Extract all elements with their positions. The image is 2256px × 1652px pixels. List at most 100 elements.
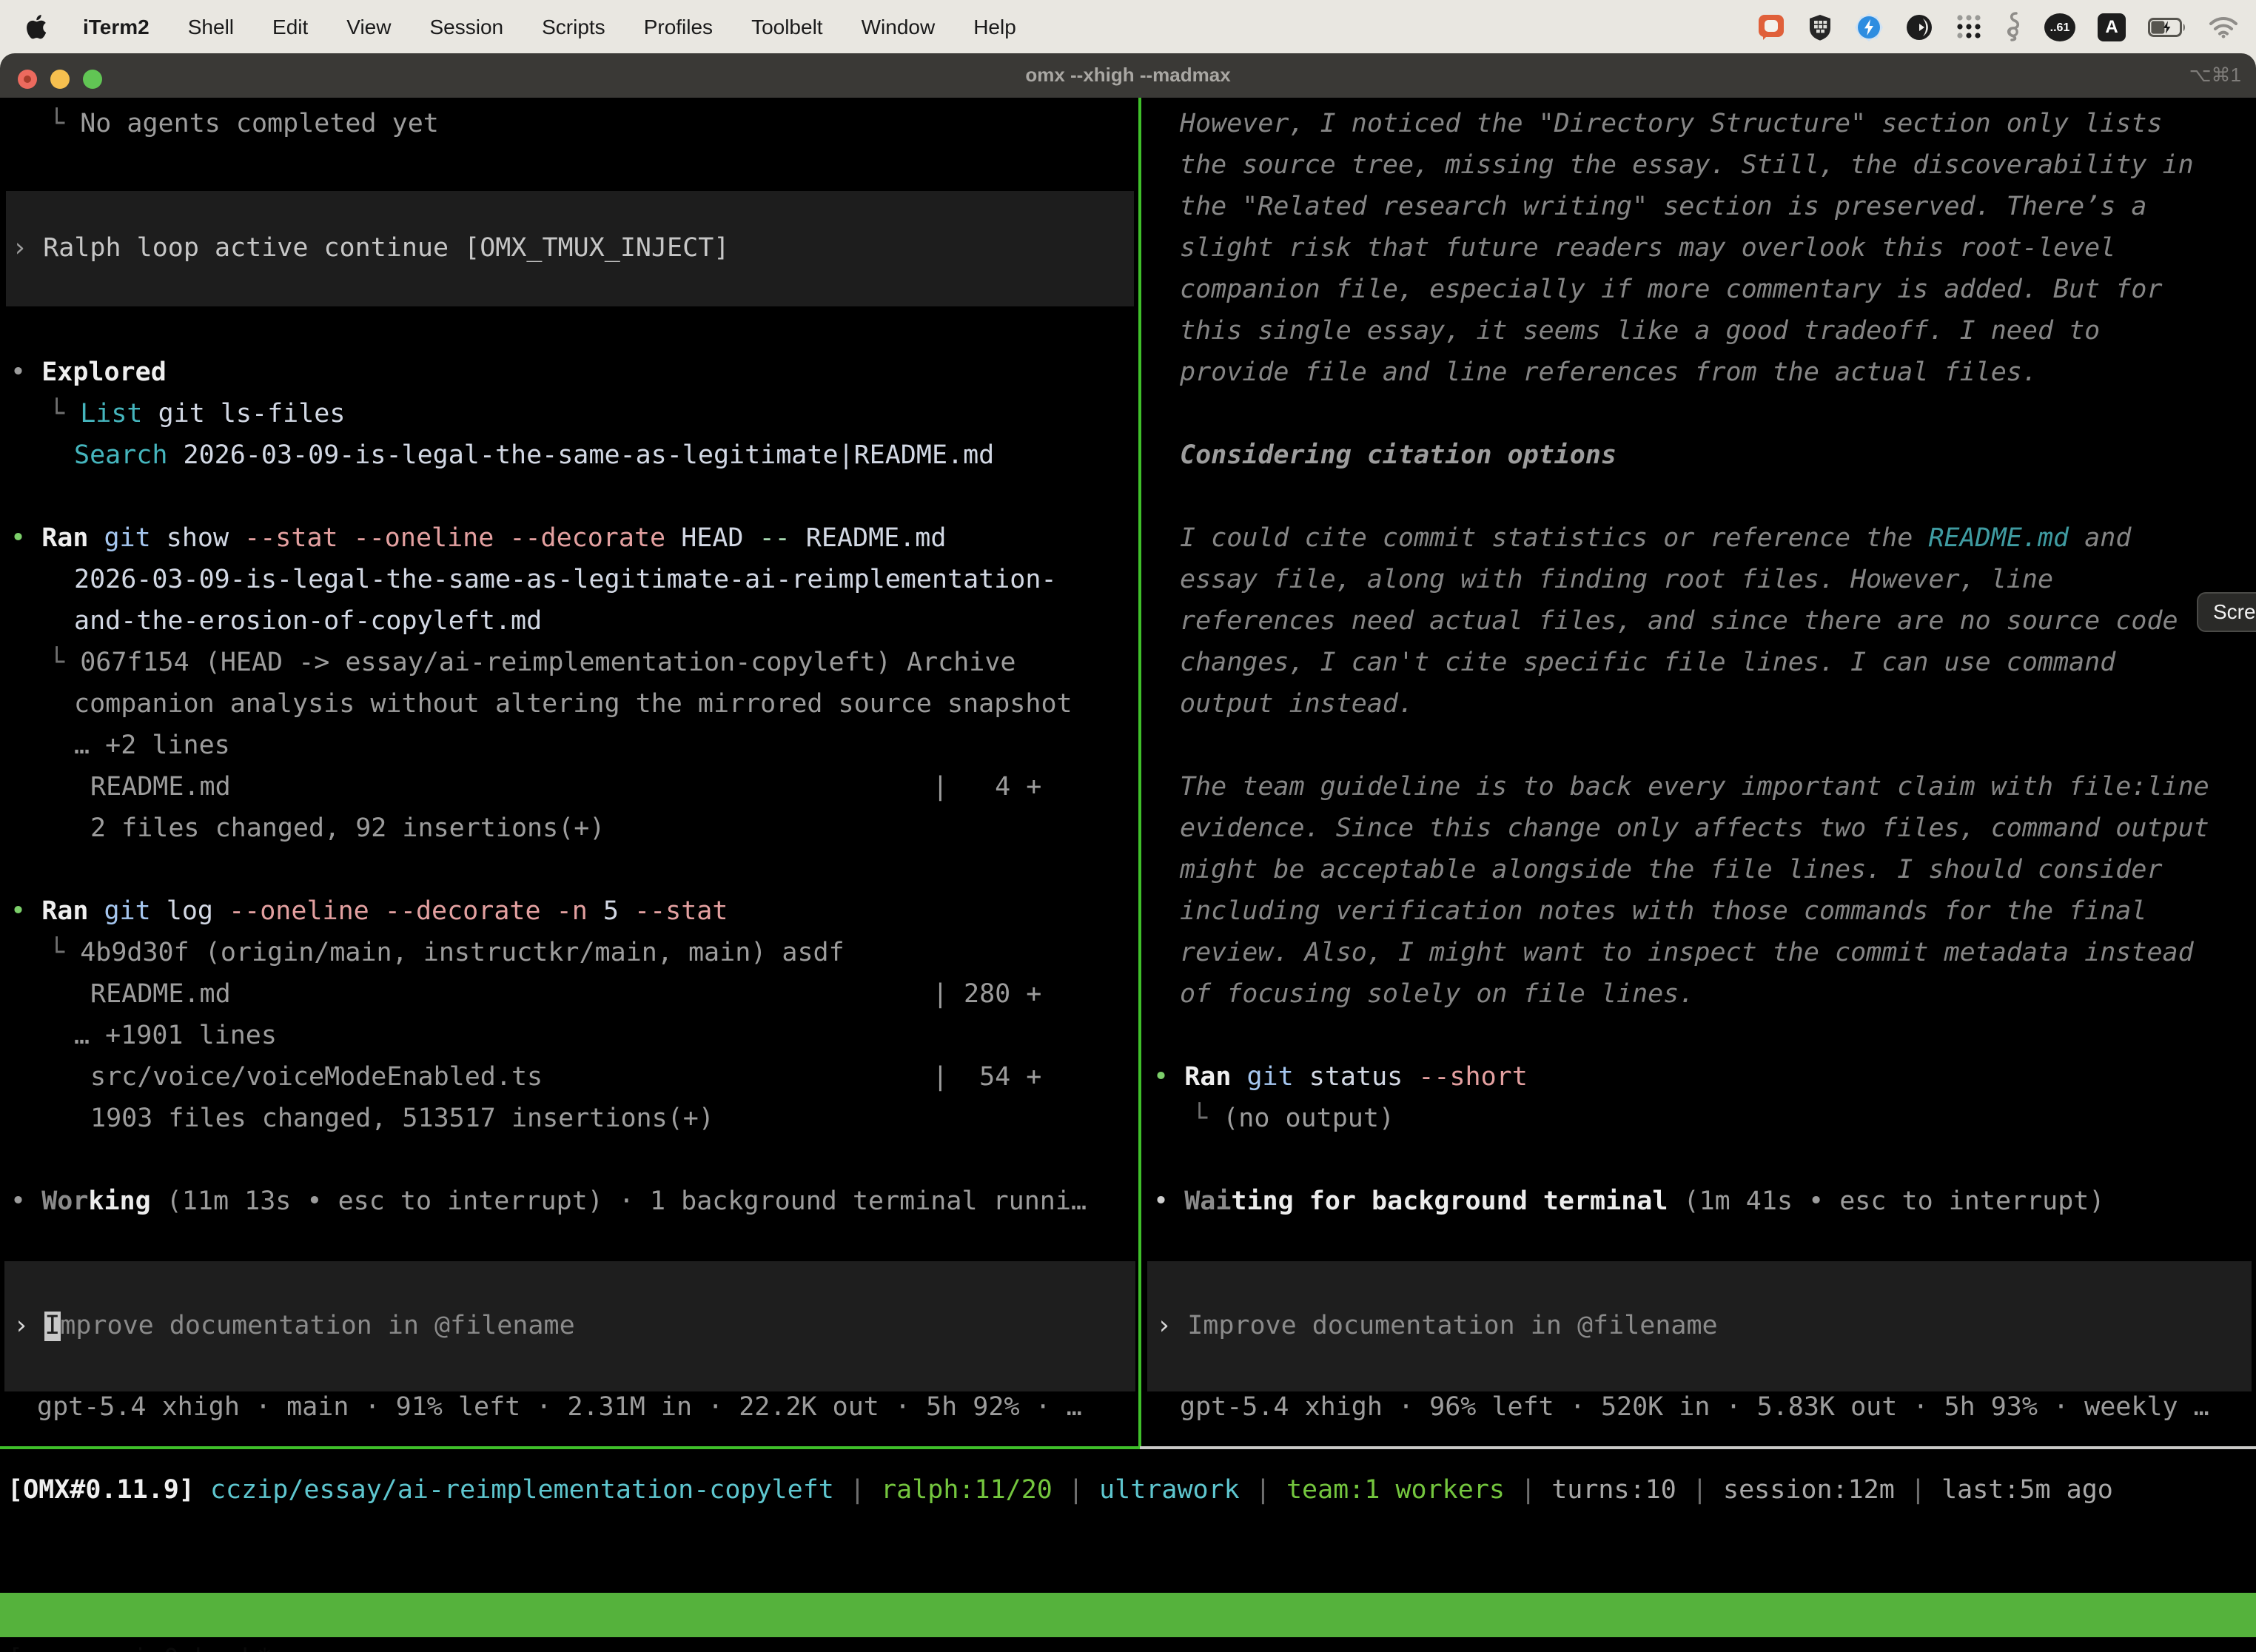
omx-ralph-counter: ralph:11/20 [881,1476,1053,1505]
collapsed-lines-indicator: … +1901 lines [74,1015,277,1057]
menu-item-view[interactable]: View [346,15,391,38]
badge-61-icon[interactable]: ..61 [2044,13,2075,41]
window-title: omx --xhigh --madmax [0,53,2256,98]
bullet-icon: • [10,897,26,927]
input-source-a-icon[interactable]: A [2098,13,2126,41]
battery-icon[interactable] [2148,17,2186,36]
grid-shield-icon[interactable] [1807,13,1833,41]
bullet-icon: • [1153,1063,1169,1092]
ran-git-log-line: • Ran git log --oneline --decorate -n 5 … [10,891,728,933]
no-agents-line: └ No agents completed yet [49,104,439,145]
omx-status-bar: [OMX#0.11.9] cczip/essay/ai-reimplementa… [0,1470,2256,1511]
omx-turns-counter: turns:10 [1551,1476,1676,1505]
dots-grid-icon[interactable] [1955,13,1982,40]
tree-branch-icon: └ [49,939,64,968]
tmux-session-window[interactable]: [omx-cczip0:bash* [7,1637,272,1652]
thinking-paragraph-line: this single essay, it seems like a good … [1180,311,2100,352]
pie-circle-icon[interactable] [1905,13,1933,41]
prompt-chevron-icon: › [13,1312,29,1341]
thinking-paragraph-line: evidence. Since this change only affects… [1180,808,2209,850]
diffstat-summary: 1903 files changed, 513517 insertions(+) [90,1098,714,1140]
thinking-paragraph-line: including verification notes with those … [1180,891,2146,933]
pane-divider[interactable] [1138,98,1141,1449]
explored-search-line: Search 2026-03-09-is-legal-the-same-as-l… [74,435,994,477]
agent-pane-left[interactable]: └ No agents completed yet › Ralph loop a… [0,98,1140,1448]
diffstat-line: README.md | 4 + [90,767,1041,808]
prompt-chevron-icon: › [1156,1312,1172,1341]
agent-input-left[interactable]: › Improve documentation in @filename [4,1261,1135,1391]
thinking-paragraph-line: I could cite commit statistics or refere… [1180,518,2131,560]
diffstat-summary: 2 files changed, 92 insertions(+) [90,808,605,850]
tree-branch-icon: └ [49,400,64,429]
git-show-commit-line: companion analysis without altering the … [74,684,1072,725]
input-line[interactable]: › Improve documentation in @filename [1156,1306,1718,1347]
menu-item-profiles[interactable]: Profiles [644,15,713,38]
explored-list-line: └ List git ls-files [49,394,345,435]
apple-menu-icon[interactable] [27,13,50,40]
tree-branch-icon: └ [49,648,64,678]
pane-bottom-separator-right [1140,1446,2256,1449]
thinking-paragraph-line: provide file and line references from th… [1180,352,2038,394]
bullet-icon: • [1153,1187,1169,1217]
input-line[interactable]: › Improve documentation in @filename [13,1306,575,1347]
thinking-paragraph-line: changes, I can't cite specific file line… [1180,642,2115,684]
chat-bubble-icon[interactable] [1757,13,1785,41]
text-cursor: I [44,1312,60,1341]
tmux-status-bar: [omx-cczip0:bash* "MacBook-Pro-44.local"… [0,1593,2256,1637]
window-hotkey-badge: ⌥⌘1 [2189,53,2241,98]
diffstat-line: README.md | 280 + [90,974,1041,1015]
thinking-paragraph-line: the source tree, missing the essay. Stil… [1180,145,2194,187]
omx-branch-path: cczip/essay/ai-reimplementation-copyleft [210,1476,834,1505]
git-show-output-line: and-the-erosion-of-copyleft.md [74,601,542,642]
omx-last-activity: last:5m ago [1941,1476,2113,1505]
window-title-bar[interactable]: omx --xhigh --madmax ⌥⌘1 [0,53,2256,98]
thinking-paragraph-line: slight risk that future readers may over… [1180,228,2115,269]
menu-item-session[interactable]: Session [429,15,503,38]
git-log-output-line: └ 4b9d30f (origin/main, instructkr/main,… [49,933,845,974]
wifi-icon[interactable] [2209,16,2238,38]
no-output-line: └ (no output) [1192,1098,1394,1140]
model-status-line-left: gpt-5.4 xhigh · main · 91% left · 2.31M … [37,1387,1082,1428]
bullet-icon: • [10,358,26,388]
menu-bar: iTerm2 Shell Edit View Session Scripts P… [0,0,2256,53]
injected-command-box: › Ralph loop active continue [OMX_TMUX_I… [6,191,1134,306]
menu-item-shell[interactable]: Shell [188,15,234,38]
thinking-paragraph-line: of focusing solely on file lines. [1180,974,1694,1015]
menu-item-edit[interactable]: Edit [272,15,308,38]
menu-item-toolbelt[interactable]: Toolbelt [751,15,823,38]
input-source-label: A [2105,16,2118,37]
thinking-paragraph-line: essay file, along with finding root file… [1180,560,2053,601]
omx-mode-badge: ultrawork [1099,1476,1240,1505]
explored-header: • Explored [10,352,167,394]
agent-input-right[interactable]: › Improve documentation in @filename [1147,1261,2252,1391]
menu-item-help[interactable]: Help [973,15,1016,38]
thinking-paragraph-line: the "Related research writing" section i… [1180,187,2146,228]
bolt-badge-icon[interactable] [1855,13,1883,41]
ran-git-status-line: • Ran git status --short [1153,1057,1528,1098]
badge-61-label: ..61 [2050,20,2070,33]
waiting-status-line: • Waiting for background terminal (1m 41… [1153,1181,2104,1223]
working-status-line: • Working (11m 13s • esc to interrupt) ·… [10,1181,1087,1223]
menu-item-iterm2[interactable]: iTerm2 [83,15,150,38]
thinking-paragraph-line: references need actual files, and since … [1180,601,2178,642]
menu-status-icons: ..61 A [1757,12,2238,41]
thinking-paragraph-line: output instead. [1180,684,1414,725]
git-show-output-line: 2026-03-09-is-legal-the-same-as-legitima… [74,560,1057,601]
menu-item-window[interactable]: Window [862,15,936,38]
collapsed-lines-indicator: … +2 lines [74,725,230,767]
git-show-commit-line: └ 067f154 (HEAD -> essay/ai-reimplementa… [49,642,1016,684]
diffstat-line: src/voice/voiceModeEnabled.ts | 54 + [90,1057,1041,1098]
thinking-section-heading: Considering citation options [1180,435,1617,477]
thinking-paragraph-line: review. Also, I might want to inspect th… [1180,933,2194,974]
menu-item-scripts[interactable]: Scripts [542,15,605,38]
thinking-paragraph-line: However, I noticed the "Directory Struct… [1180,104,2163,145]
squiggle-icon[interactable] [2004,12,2022,41]
tree-branch-icon: └ [1192,1104,1207,1134]
terminal-content: └ No agents completed yet › Ralph loop a… [0,98,2256,1652]
ralph-loop-line: › Ralph loop active continue [OMX_TMUX_I… [12,228,729,269]
bullet-icon: • [10,524,26,554]
thinking-paragraph-line: might be acceptable alongside the file l… [1180,850,2163,891]
agent-pane-right[interactable]: However, I noticed the "Directory Struct… [1143,98,2256,1448]
prompt-chevron-icon: › [12,234,27,263]
screen: iTerm2 Shell Edit View Session Scripts P… [0,0,2256,1652]
